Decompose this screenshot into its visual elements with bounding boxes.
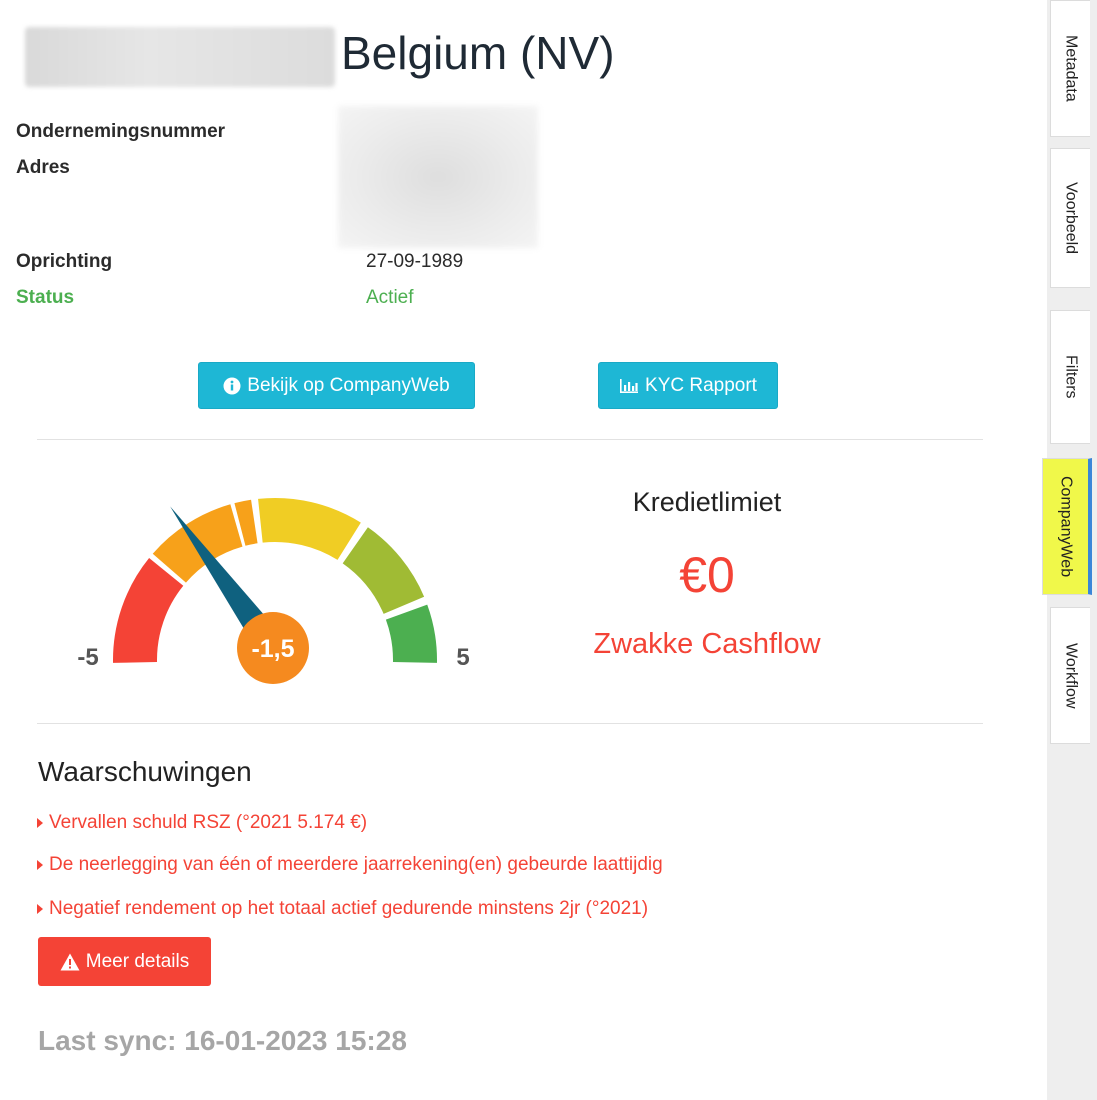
status-value: Actief [366,287,414,308]
warning-text: Vervallen schuld RSZ (°2021 5.174 €) [49,812,368,833]
gauge-segment [258,498,361,560]
warning-icon [60,953,80,970]
credit-limit-title: Kredietlimiet [632,487,782,517]
warning-item: Negatief rendement op het totaal actief … [37,898,648,920]
more-details-button[interactable]: Meer details [38,937,211,986]
tab-label: Metadata [1062,35,1080,102]
more-details-label: Meer details [85,950,190,972]
warnings-title: Waarschuwingen [38,756,252,787]
credit-limit-value: €0 [679,547,735,603]
tab-label: Filters [1062,355,1080,399]
gauge-segment [342,527,425,614]
caret-right-icon [37,904,43,914]
label-ondernemingsnummer: Ondernemingsnummer [16,121,226,142]
divider [37,439,983,440]
label-adres: Adres [16,157,70,178]
tab-label: CompanyWeb [1057,475,1075,578]
label-oprichting: Oprichting [16,251,113,272]
caret-right-icon [37,818,43,828]
divider [37,723,983,724]
gauge-min-label: -5 [77,644,98,671]
tab-metadata[interactable]: Metadata [1050,0,1090,137]
page-title: Belgium (NV) [341,27,615,79]
warning-text: Negatief rendement op het totaal actief … [49,898,649,919]
bar-chart-icon [620,378,639,393]
tab-label: Workflow [1062,642,1080,709]
gauge-segment [385,604,437,663]
warning-item: Vervallen schuld RSZ (°2021 5.174 €) [37,812,367,834]
tab-filters[interactable]: Filters [1050,310,1090,444]
kyc-report-button[interactable]: KYC Rapport [598,362,778,409]
oprichting-value: 27-09-1989 [366,251,464,272]
gauge-segment [113,558,184,663]
label-status: Status [16,287,75,308]
credit-limit-subtitle: Zwakke Cashflow [593,628,821,660]
info-icon [223,377,241,394]
warning-text: De neerlegging van één of meerdere jaarr… [49,854,663,875]
tab-workflow[interactable]: Workflow [1050,607,1090,744]
tab-companyweb[interactable]: CompanyWeb [1042,458,1092,595]
kyc-report-button-label: KYC Rapport [645,374,757,396]
companyweb-button-label: Bekijk op CompanyWeb [247,374,450,396]
company-details-redacted [338,106,538,248]
credit-score-gauge: -1,5 -5 5 [77,498,470,684]
caret-right-icon [37,860,43,870]
company-name-redacted [25,27,335,87]
gauge-value-label: -1,5 [251,635,294,663]
last-sync-text: Last sync: 16-01-2023 15:28 [38,1025,407,1056]
companyweb-button[interactable]: Bekijk op CompanyWeb [198,362,475,409]
warning-item: De neerlegging van één of meerdere jaarr… [37,854,663,876]
tab-voorbeeld[interactable]: Voorbeeld [1050,148,1090,288]
gauge-max-label: 5 [456,644,469,671]
tab-label: Voorbeeld [1062,181,1080,255]
